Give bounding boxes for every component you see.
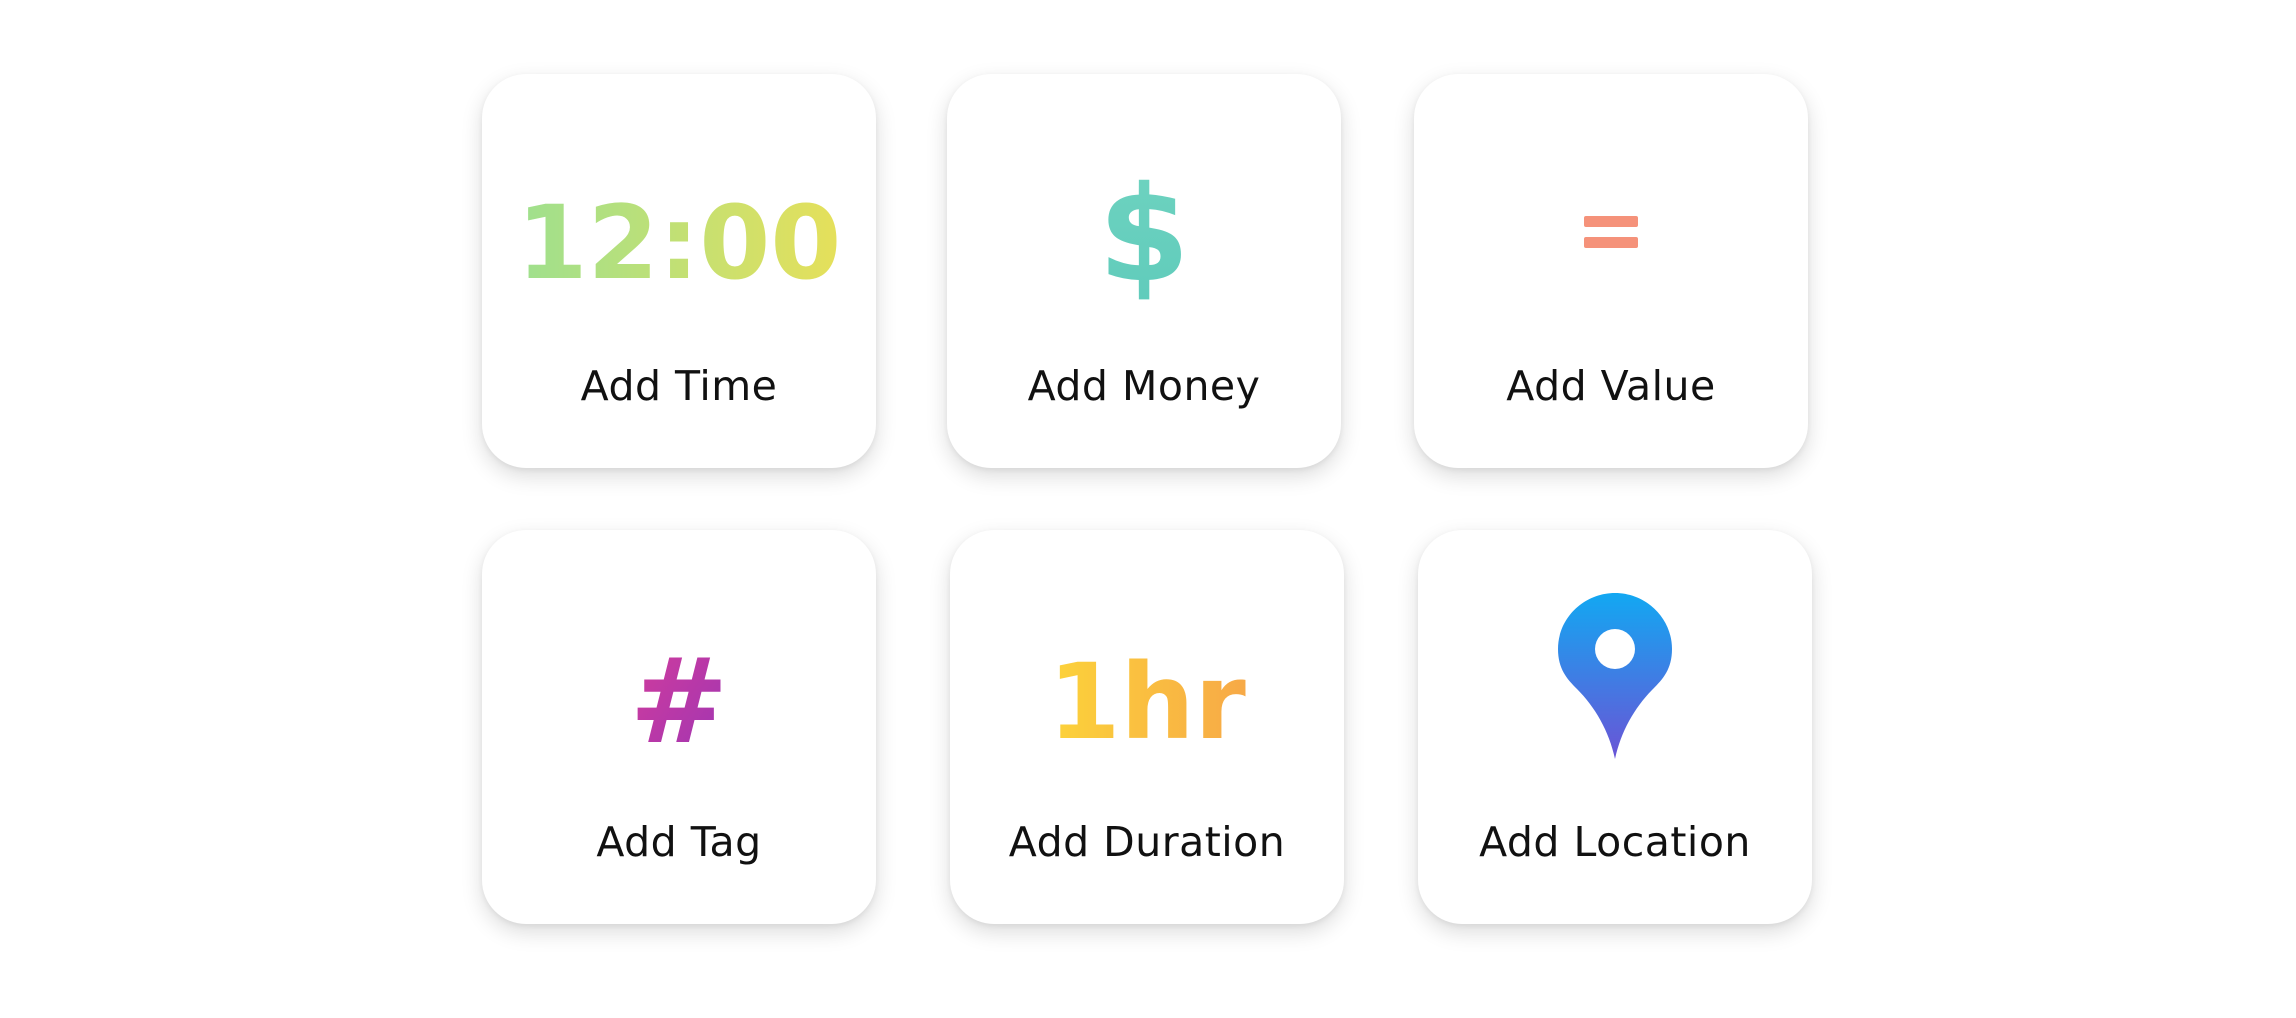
tile-label: Add Location	[1479, 818, 1751, 866]
map-pin-icon	[1418, 590, 1812, 760]
equals-icon	[1414, 154, 1808, 324]
tile-label: Add Value	[1506, 362, 1716, 410]
svg-text:$: $	[1098, 158, 1190, 312]
add-duration-button[interactable]: 1hr Add Duration	[950, 530, 1344, 924]
svg-text:#: #	[630, 632, 729, 770]
tile-label: Add Money	[1027, 362, 1261, 410]
add-tag-button[interactable]: # Add Tag	[482, 530, 876, 924]
add-value-button[interactable]: Add Value	[1414, 74, 1808, 468]
add-money-button[interactable]: $ Add Money	[947, 74, 1341, 468]
tile-label: Add Tag	[596, 818, 762, 866]
tile-label: Add Duration	[1008, 818, 1286, 866]
duration-text-icon: 1hr	[950, 610, 1344, 780]
add-location-button[interactable]: Add Location	[1418, 530, 1812, 924]
clock-text-icon: 12:00	[482, 154, 876, 324]
tile-label: Add Time	[580, 362, 778, 410]
svg-text:1hr: 1hr	[1048, 641, 1246, 763]
dollar-icon: $	[947, 154, 1341, 324]
add-time-button[interactable]: 12:00 Add Time	[482, 74, 876, 468]
hashtag-icon: #	[482, 610, 876, 780]
svg-text:12:00: 12:00	[517, 184, 842, 303]
